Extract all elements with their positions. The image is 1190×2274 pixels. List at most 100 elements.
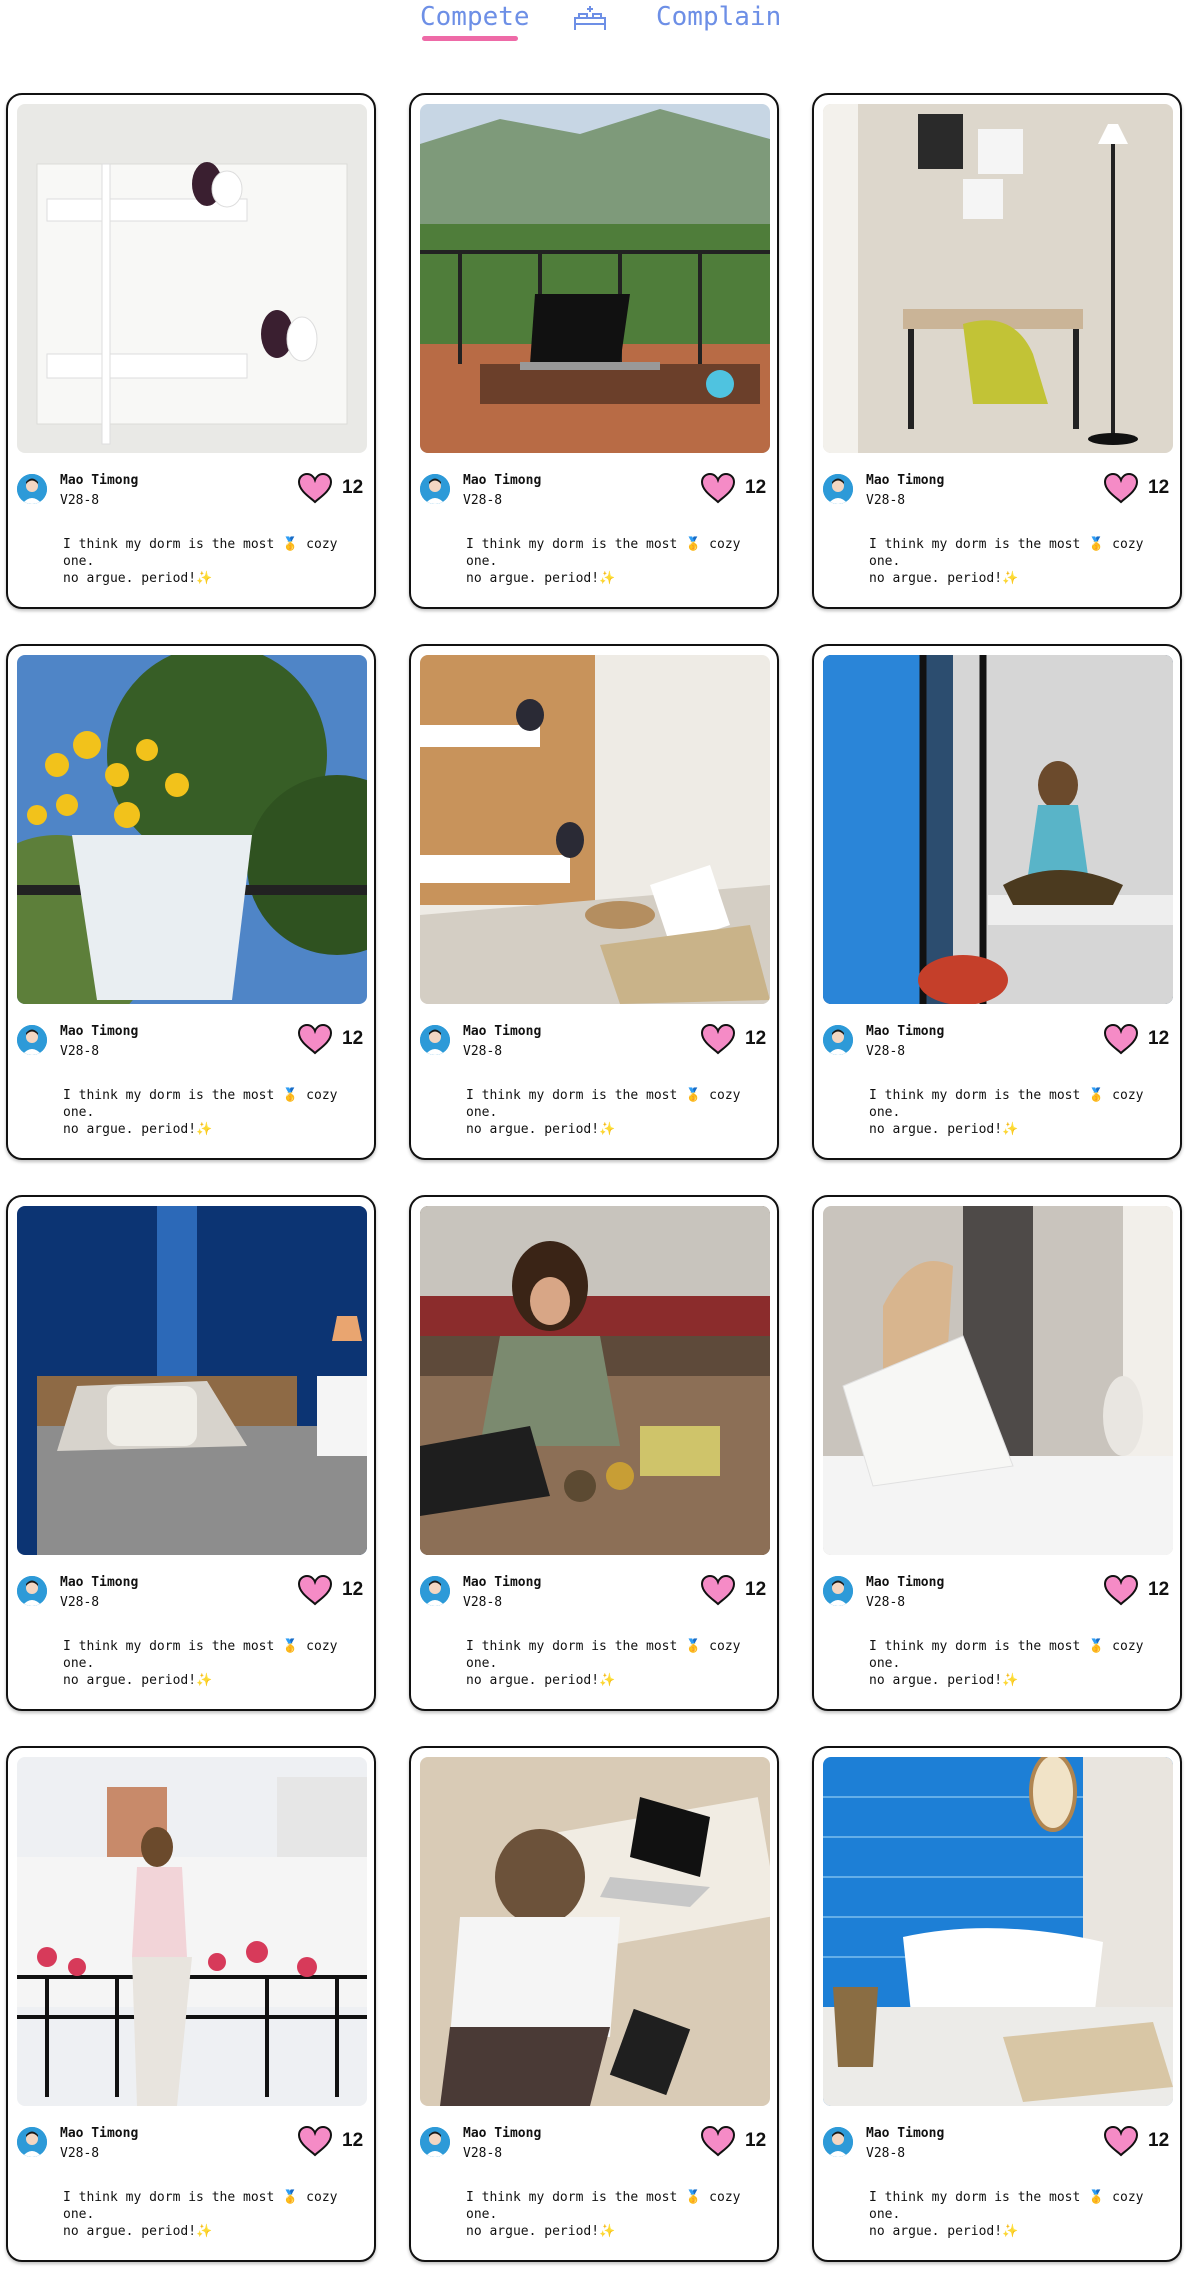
avatar[interactable]	[17, 2127, 47, 2157]
post-caption: I think my dorm is the most 🥇 cozy one. …	[63, 537, 338, 586]
post-room-code: V28-8	[866, 2146, 906, 2161]
post-room-code: V28-8	[60, 2146, 100, 2161]
avatar-icon	[420, 474, 450, 504]
avatar[interactable]	[420, 474, 450, 504]
like-count: 12	[342, 2130, 364, 2151]
avatar[interactable]	[823, 474, 853, 504]
post-username[interactable]: Mao Timong	[463, 1024, 541, 1039]
like-count: 12	[745, 477, 767, 498]
post-caption: I think my dorm is the most 🥇 cozy one. …	[466, 2190, 741, 2239]
post-room-code: V28-8	[463, 1595, 503, 1610]
heart-icon[interactable]	[700, 1574, 736, 1606]
post-photo-balcony-laptop-mountain-view[interactable]	[420, 104, 770, 453]
avatar[interactable]	[17, 1576, 47, 1606]
avatar[interactable]	[17, 1025, 47, 1055]
post-username[interactable]: Mao Timong	[463, 2126, 541, 2141]
avatar[interactable]	[420, 1576, 450, 1606]
post-card[interactable]: Mao Timong V28-8 12 I think my dorm is t…	[812, 1195, 1182, 1711]
post-username[interactable]: Mao Timong	[60, 473, 138, 488]
heart-icon[interactable]	[297, 1574, 333, 1606]
post-username[interactable]: Mao Timong	[866, 1024, 944, 1039]
avatar[interactable]	[823, 2127, 853, 2157]
heart-icon[interactable]	[1103, 1023, 1139, 1055]
heart-icon[interactable]	[700, 1023, 736, 1055]
post-card[interactable]: Mao Timong V28-8 12 I think my dorm is t…	[409, 1746, 779, 2262]
top-navigation: Compete Complain	[0, 0, 1190, 60]
post-card[interactable]: Mao Timong V28-8 12 I think my dorm is t…	[409, 1195, 779, 1711]
post-card[interactable]: Mao Timong V28-8 12 I think my dorm is t…	[812, 93, 1182, 609]
post-card[interactable]: Mao Timong V28-8 12 I think my dorm is t…	[409, 93, 779, 609]
avatar-icon	[823, 1025, 853, 1055]
post-username[interactable]: Mao Timong	[60, 2126, 138, 2141]
post-photo-bed-blue-wall[interactable]	[17, 1206, 367, 1555]
avatar[interactable]	[823, 1576, 853, 1606]
like-count: 12	[1148, 1579, 1170, 1600]
heart-icon[interactable]	[700, 472, 736, 504]
post-room-code: V28-8	[60, 1044, 100, 1059]
post-username[interactable]: Mao Timong	[463, 473, 541, 488]
post-caption: I think my dorm is the most 🥇 cozy one. …	[63, 2190, 338, 2239]
post-username[interactable]: Mao Timong	[463, 1575, 541, 1590]
post-caption: I think my dorm is the most 🥇 cozy one. …	[466, 537, 741, 586]
like-count: 12	[342, 1579, 364, 1600]
avatar-icon	[420, 1576, 450, 1606]
post-room-code: V28-8	[463, 1044, 503, 1059]
post-username[interactable]: Mao Timong	[60, 1575, 138, 1590]
post-card[interactable]: Mao Timong V28-8 12 I think my dorm is t…	[6, 1195, 376, 1711]
post-photo-yellow-flowers-balcony-planter[interactable]	[17, 655, 367, 1004]
like-count: 12	[745, 1579, 767, 1600]
tab-complain[interactable]: Complain	[656, 0, 781, 34]
like-count: 12	[342, 477, 364, 498]
avatar-icon	[823, 1576, 853, 1606]
post-card[interactable]: Mao Timong V28-8 12 I think my dorm is t…	[812, 644, 1182, 1160]
post-room-code: V28-8	[866, 1595, 906, 1610]
post-caption: I think my dorm is the most 🥇 cozy one. …	[63, 1639, 338, 1688]
post-card[interactable]: Mao Timong V28-8 12 I think my dorm is t…	[6, 93, 376, 609]
post-room-code: V28-8	[463, 2146, 503, 2161]
post-photo-woman-in-robe-on-bed[interactable]	[823, 1206, 1173, 1555]
post-photo-woman-on-bunk-blue-curtains[interactable]	[823, 655, 1173, 1004]
like-count: 12	[745, 1028, 767, 1049]
avatar[interactable]	[420, 2127, 450, 2157]
post-photo-wooden-bunk-beds-rug[interactable]	[420, 655, 770, 1004]
like-count: 12	[1148, 477, 1170, 498]
post-photo-woman-on-flower-balcony[interactable]	[17, 1757, 367, 2106]
avatar-icon	[823, 474, 853, 504]
post-username[interactable]: Mao Timong	[866, 2126, 944, 2141]
avatar[interactable]	[823, 1025, 853, 1055]
post-card[interactable]: Mao Timong V28-8 12 I think my dorm is t…	[6, 1746, 376, 2262]
avatar-icon	[17, 2127, 47, 2157]
avatar-icon	[420, 1025, 450, 1055]
post-username[interactable]: Mao Timong	[866, 473, 944, 488]
post-card[interactable]: Mao Timong V28-8 12 I think my dorm is t…	[812, 1746, 1182, 2262]
post-caption: I think my dorm is the most 🥇 cozy one. …	[466, 1088, 741, 1137]
bed-icon[interactable]	[572, 4, 608, 34]
post-photo-white-bunk-beds[interactable]	[17, 104, 367, 453]
like-count: 12	[745, 2130, 767, 2151]
post-caption: I think my dorm is the most 🥇 cozy one. …	[869, 537, 1144, 586]
heart-icon[interactable]	[297, 2125, 333, 2157]
post-card[interactable]: Mao Timong V28-8 12 I think my dorm is t…	[409, 644, 779, 1160]
like-count: 12	[1148, 2130, 1170, 2151]
heart-icon[interactable]	[1103, 2125, 1139, 2157]
post-room-code: V28-8	[60, 1595, 100, 1610]
heart-icon[interactable]	[700, 2125, 736, 2157]
post-username[interactable]: Mao Timong	[866, 1575, 944, 1590]
post-card[interactable]: Mao Timong V28-8 12 I think my dorm is t…	[6, 644, 376, 1160]
tab-compete[interactable]: Compete	[420, 0, 530, 34]
heart-icon[interactable]	[1103, 1574, 1139, 1606]
post-room-code: V28-8	[866, 1044, 906, 1059]
avatar[interactable]	[420, 1025, 450, 1055]
like-count: 12	[1148, 1028, 1170, 1049]
heart-icon[interactable]	[297, 1023, 333, 1055]
post-caption: I think my dorm is the most 🥇 cozy one. …	[63, 1088, 338, 1137]
avatar[interactable]	[17, 474, 47, 504]
avatar-icon	[17, 474, 47, 504]
post-photo-boy-with-headphones-laptop[interactable]	[420, 1757, 770, 2106]
heart-icon[interactable]	[297, 472, 333, 504]
heart-icon[interactable]	[1103, 472, 1139, 504]
post-photo-desk-yellow-chair-floor-lamp[interactable]	[823, 104, 1173, 453]
post-photo-blue-tile-bathtub[interactable]	[823, 1757, 1173, 2106]
post-photo-woman-studying-on-floor[interactable]	[420, 1206, 770, 1555]
post-username[interactable]: Mao Timong	[60, 1024, 138, 1039]
